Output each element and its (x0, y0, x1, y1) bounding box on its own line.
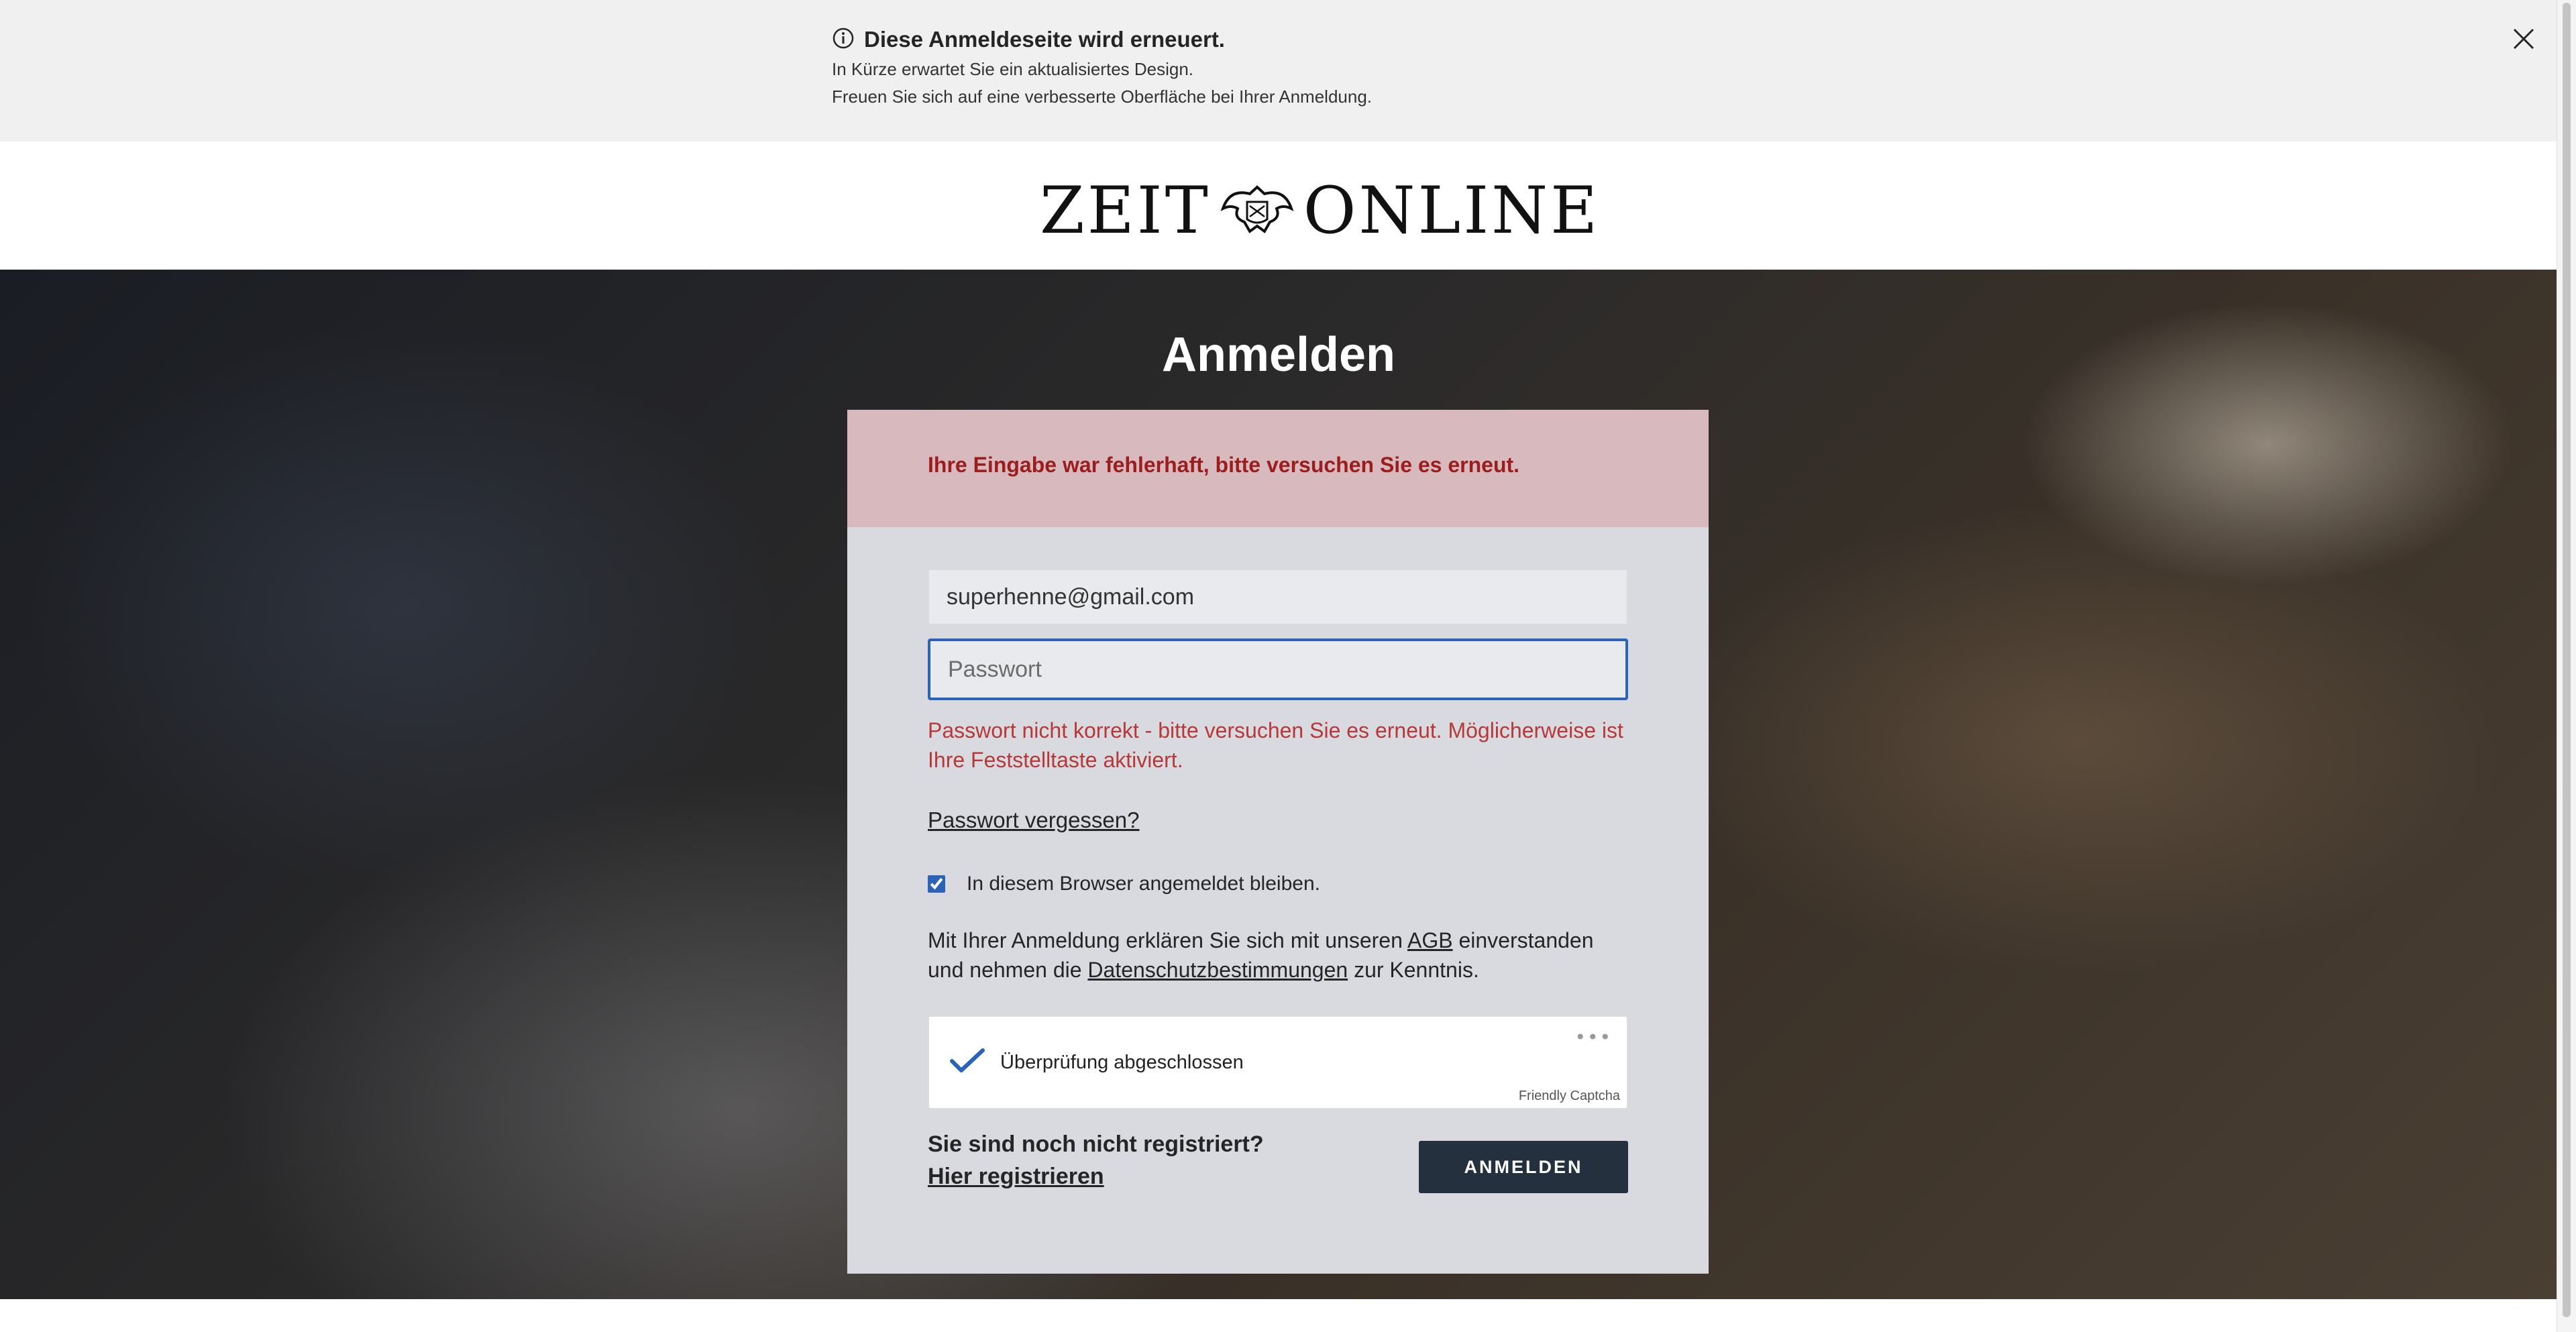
notice-line-2: Freuen Sie sich auf eine verbesserte Obe… (832, 87, 1373, 107)
remember-me[interactable]: In diesem Browser angemeldet bleiben. (928, 873, 1320, 895)
password-field[interactable] (928, 639, 1628, 700)
terms-text-part-3: zur Kenntnis. (1348, 958, 1479, 982)
register-question: Sie sind noch nicht registriert? (928, 1131, 1264, 1157)
remember-me-label: In diesem Browser angemeldet bleiben. (967, 873, 1320, 895)
captcha-status: Überprüfung abgeschlossen (1000, 1052, 1244, 1073)
password-error-message: Passwort nicht korrekt - bitte versuchen… (928, 718, 1623, 772)
login-card: Ihre Eingabe war fehlerhaft, bitte versu… (847, 410, 1709, 1274)
more-options-icon[interactable]: ••• (1574, 1026, 1612, 1048)
notice-content: Diese Anmeldeseite wird erneuert. In Kür… (832, 27, 1372, 107)
friendly-captcha-widget: Überprüfung abgeschlossen ••• Friendly C… (928, 1015, 1628, 1109)
agb-link[interactable]: AGB (1407, 928, 1453, 952)
remember-me-checkbox[interactable] (928, 875, 945, 893)
info-icon (832, 27, 855, 52)
captcha-brand-link[interactable]: Friendly Captcha (1519, 1089, 1620, 1104)
notice-line-1: In Kürze erwartet Sie ein aktualisiertes… (832, 59, 1194, 79)
notice-title-row: Diese Anmeldeseite wird erneuert. (832, 27, 1372, 52)
scrollbar-thumb[interactable] (2563, 3, 2571, 1317)
login-submit-button[interactable]: ANMELDEN (1419, 1141, 1628, 1193)
site-header: ZEIT ONLINE (0, 142, 2557, 270)
email-field[interactable] (928, 569, 1628, 625)
page-scrollbar[interactable] (2557, 0, 2576, 1332)
notice-title: Diese Anmeldeseite wird erneuert. (864, 27, 1225, 52)
forgot-password-link[interactable]: Passwort vergessen? (928, 808, 1139, 833)
redesign-notice-banner: Diese Anmeldeseite wird erneuert. In Kür… (0, 0, 2557, 142)
terms-text: Mit Ihrer Anmeldung erklären Sie sich mi… (928, 926, 1628, 985)
logo-word-zeit: ZEIT (1040, 173, 1211, 248)
close-icon[interactable] (2510, 25, 2537, 52)
zeit-online-logo[interactable]: ZEIT ONLINE (1040, 178, 1600, 243)
logo-word-online: ONLINE (1303, 173, 1601, 248)
checkmark-icon (949, 1046, 985, 1078)
page-title: Anmelden (1161, 328, 1396, 382)
error-alert-text: Ihre Eingabe war fehlerhaft, bitte versu… (928, 453, 1520, 477)
register-link[interactable]: Hier registrieren (928, 1164, 1104, 1190)
terms-text-part-1: Mit Ihrer Anmeldung erklären Sie sich mi… (928, 928, 1407, 952)
privacy-policy-link[interactable]: Datenschutzbestimmungen (1087, 958, 1348, 982)
login-hero-background: Anmelden Ihre Eingabe war fehlerhaft, bi… (0, 270, 2557, 1299)
error-alert: Ihre Eingabe war fehlerhaft, bitte versu… (847, 410, 1709, 527)
eagle-emblem-icon (1216, 182, 1298, 239)
